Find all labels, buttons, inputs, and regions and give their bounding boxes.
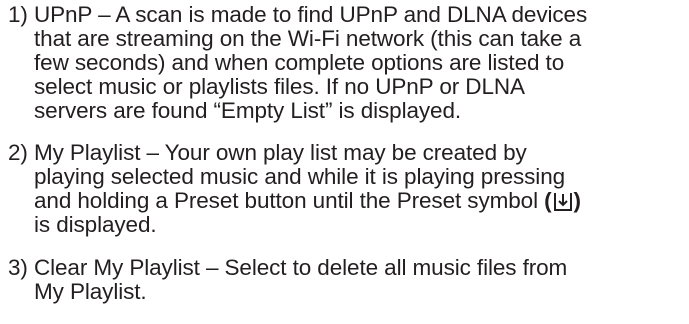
preset-symbol-icon	[553, 193, 572, 211]
open-parenthesis: (	[544, 188, 552, 213]
document-page: 1) UPnP – A scan is made to find UPnP an…	[0, 0, 689, 324]
list-item-line: and holding a Preset button until the Pr…	[8, 189, 683, 213]
list-item-line: that are streaming on the Wi-Fi network …	[34, 26, 582, 51]
list-item-line: 2) My Playlist – Your own play list may …	[8, 140, 527, 165]
list-item-line: few seconds) and when complete options a…	[34, 50, 565, 75]
list-item-line: 1) UPnP – A scan is made to find UPnP an…	[8, 2, 588, 27]
list-item-line: 3) Clear My Playlist – Select to delete …	[8, 255, 568, 280]
list-item-line: playing selected music and while it is p…	[34, 164, 566, 189]
list-item-my-playlist: 2) My Playlist – Your own play list may …	[8, 141, 683, 237]
list-item-line: My Playlist.	[34, 279, 147, 304]
list-item-line: is displayed.	[34, 212, 157, 237]
list-item-line-text: and holding a Preset button until the Pr…	[34, 188, 538, 213]
list-item-line: servers are found “Empty List” is displa…	[34, 98, 462, 123]
close-parenthesis: )	[573, 188, 582, 213]
list-item-upnp: 1) UPnP – A scan is made to find UPnP an…	[8, 3, 683, 123]
list-item-line: select music or playlists files. If no U…	[34, 74, 525, 99]
list-item-clear-playlist: 3) Clear My Playlist – Select to delete …	[8, 256, 683, 304]
